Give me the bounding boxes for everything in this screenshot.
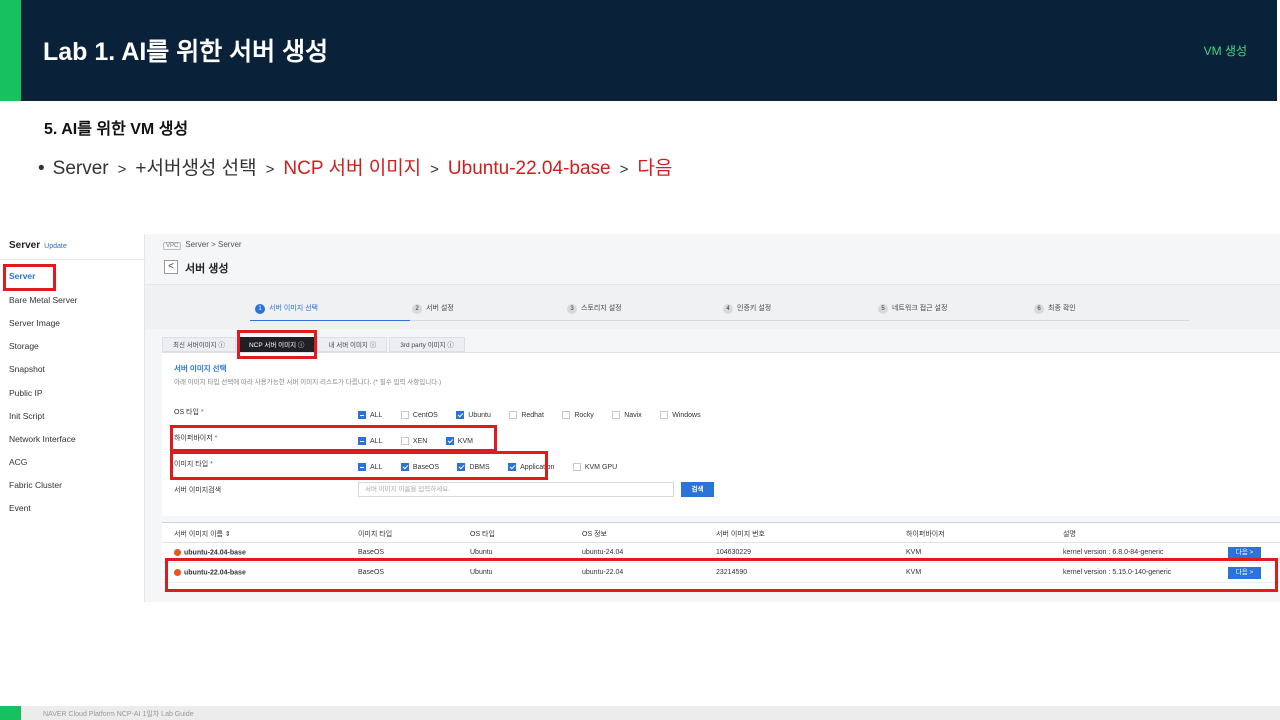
checkbox[interactable]	[572, 462, 581, 471]
sidebar-divider	[0, 259, 145, 260]
main-panel: VPC Server > Server < 서버 생성 1 서버 이미지 선택 2서…	[145, 234, 1280, 602]
sidebar-item-snapshot[interactable]: Snapshot	[9, 364, 45, 374]
image-search-label: 서버 이미지검색	[174, 487, 222, 494]
highlight-image-type-row	[170, 451, 548, 480]
wizard-step-2: 2 서버 설정	[412, 303, 454, 314]
search-button[interactable]: 검색	[681, 482, 714, 497]
bullet-dot: •	[38, 158, 45, 179]
checkbox[interactable]	[509, 410, 518, 419]
wizard-step-4: 4 인증키 설정	[723, 303, 771, 314]
sidebar-item-bare-metal[interactable]: Bare Metal Server	[9, 295, 78, 305]
tab-latest-images[interactable]: 최신 서버이미지 ⓘ	[162, 337, 236, 352]
bullet-ubuntu: Ubuntu-22.04-base	[447, 158, 611, 179]
vpc-badge: VPC	[163, 242, 182, 250]
row-os-info: ubuntu-24.04	[582, 549, 624, 556]
checkbox[interactable]	[562, 410, 571, 419]
instruction-bullet: • Server > +서버생성 선택 > NCP 서버 이미지 > Ubuntu-22.04…	[38, 153, 672, 180]
col-os-info: OS 정보	[582, 531, 607, 538]
col-image-number: 서버 이미지 번호	[716, 531, 765, 538]
header-accent-bar	[0, 0, 21, 101]
wizard-step-6: 6 최종 확인	[1034, 303, 1076, 314]
bullet-sep: >	[117, 161, 127, 178]
footer-text: NAVER Cloud Platform NCP-AI 1일차 Lab Guid…	[43, 711, 194, 718]
col-hypervisor: 하이퍼바이저	[906, 531, 945, 538]
sidebar-item-init-script[interactable]: Init Script	[9, 411, 44, 421]
bullet-next: 다음	[637, 158, 673, 179]
bullet-sep: >	[619, 161, 629, 178]
checkbox[interactable]	[400, 410, 409, 419]
os-opt-rocky[interactable]: Rocky	[562, 410, 594, 419]
sidebar-item-fabric-cluster[interactable]: Fabric Cluster	[9, 480, 62, 490]
col-image-name[interactable]: 서버 이미지 이름 ⇕	[174, 529, 231, 539]
os-opt-all[interactable]: ALL	[358, 410, 382, 419]
os-opt-centos[interactable]: CentOS	[400, 410, 438, 419]
row-hypervisor: KVM	[906, 549, 922, 556]
sidebar-item-storage[interactable]: Storage	[9, 341, 39, 351]
os-opt-navix[interactable]: Navix	[612, 410, 642, 419]
table-header: 서버 이미지 이름 ⇕ 이미지 타입 OS 타입 OS 정보 서버 이미지 번호…	[162, 523, 1280, 543]
bullet-create: +서버생성 선택	[135, 158, 257, 179]
sidebar-item-server-image[interactable]: Server Image	[9, 318, 60, 328]
checkbox[interactable]	[456, 410, 465, 419]
image-search-input[interactable]: 서버 이미지 이름을 입력하세요.	[358, 482, 674, 497]
bullet-sep: >	[265, 161, 275, 178]
checkbox[interactable]	[612, 410, 621, 419]
os-type-options: ALL CentOS Ubuntu Redhat Rocky Navix Win…	[358, 406, 715, 424]
highlight-ncp-tab	[237, 330, 317, 359]
console-screenshot: Server Update Server Bare Metal Server Se…	[0, 234, 1280, 602]
bullet-server: Server	[52, 158, 109, 179]
ubuntu-icon	[174, 549, 181, 556]
wizard-steps: 1 서버 이미지 선택 2 서버 설정 3 스토리지 설정 4 인증키 설정 5 네트워크…	[145, 284, 1280, 329]
highlight-server-menu	[3, 264, 56, 291]
bullet-sep: >	[430, 161, 439, 178]
wizard-progress-track	[410, 320, 1190, 321]
row-image-type: BaseOS	[358, 549, 385, 556]
section-description: 아래 이미지 타입 선택에 따라 사용가능한 서버 이미지 리스트가 다릅니다.…	[174, 379, 442, 386]
wizard-step-1[interactable]: 1 서버 이미지 선택	[255, 303, 318, 314]
os-type-label: OS 타입 *	[174, 409, 204, 416]
os-opt-ubuntu[interactable]: Ubuntu	[456, 410, 491, 419]
col-os-type: OS 타입	[470, 531, 495, 538]
breadcrumb-path[interactable]: Server > Server	[185, 240, 241, 249]
checkbox[interactable]	[660, 410, 669, 419]
slide: Lab 1. AI를 위한 서버 생성 VM 생성 5. AI를 위한 VM 생…	[0, 0, 1280, 720]
row-image-name: ubuntu-24.04-base	[174, 549, 246, 556]
checkbox[interactable]	[358, 410, 366, 419]
step-heading: 5. AI를 위한 VM 생성	[44, 121, 189, 138]
slide-title: Lab 1. AI를 위한 서버 생성	[43, 38, 329, 66]
col-image-type: 이미지 타입	[358, 531, 393, 538]
wizard-progress-active	[250, 320, 410, 321]
row-os-type: Ubuntu	[470, 549, 493, 556]
tab-3rd-party-images[interactable]: 3rd party 이미지 ⓘ	[389, 337, 465, 352]
wizard-step-5: 5 네트워크 접근 설정	[878, 303, 947, 314]
col-description: 설명	[1063, 531, 1076, 538]
bullet-ncp-image: NCP 서버 이미지	[283, 158, 422, 179]
img-opt-kvm-gpu[interactable]: KVM GPU	[572, 462, 617, 471]
update-link[interactable]: Update	[44, 243, 67, 250]
sidebar-item-event[interactable]: Event	[9, 503, 31, 513]
os-opt-redhat[interactable]: Redhat	[509, 410, 544, 419]
sidebar-item-network-interface[interactable]: Network Interface	[9, 434, 76, 444]
wizard-step-3: 3 스토리지 설정	[567, 303, 622, 314]
row-description: kernel version : 6.8.0-84-generic	[1063, 549, 1164, 556]
header-section-label: VM 생성	[1203, 44, 1247, 58]
sidebar-item-public-ip[interactable]: Public IP	[9, 388, 43, 398]
page-title: 서버 생성	[185, 263, 229, 275]
breadcrumb: VPC Server > Server	[163, 240, 242, 250]
highlight-hypervisor-row	[170, 425, 497, 452]
os-opt-windows[interactable]: Windows	[660, 410, 701, 419]
sidebar-item-acg[interactable]: ACG	[9, 457, 27, 467]
section-title: 서버 이미지 선택	[174, 364, 227, 373]
row-image-number: 104630229	[716, 549, 752, 556]
tab-my-images[interactable]: 내 서버 이미지 ⓘ	[317, 337, 388, 352]
footer-accent-bar	[0, 706, 21, 720]
highlight-ubuntu-2204-row	[165, 558, 1278, 592]
back-button[interactable]: <	[164, 260, 178, 274]
sidebar-title: Server Update	[9, 240, 67, 251]
